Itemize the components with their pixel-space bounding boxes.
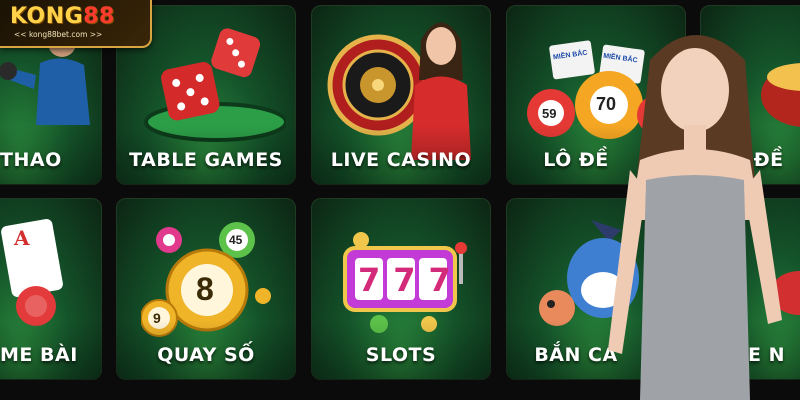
tile-live-casino[interactable]: LIVE CASINO [311, 5, 491, 185]
tile-card-games[interactable]: A ME BÀI [0, 198, 102, 380]
ball-number: 45 [229, 233, 243, 247]
tile-slots[interactable]: 777 SLOTS [311, 198, 491, 380]
brand-logo[interactable]: KONG88 << kong88bet.com >> [0, 0, 152, 48]
tile-label: TABLE GAMES [129, 149, 283, 171]
brand-url: << kong88bet.com >> [14, 30, 103, 39]
ball-number: 8 [196, 271, 214, 307]
ball-number: 59 [542, 106, 557, 121]
brand-name-text: KONG [10, 4, 84, 29]
tile-label: QUAY SỐ [157, 344, 255, 366]
tile-label: ME BÀI [0, 344, 78, 366]
tile-label: THAO [0, 149, 62, 171]
promo-model-image [608, 35, 782, 400]
card-rank: A [14, 226, 30, 250]
tile-quay-so[interactable]: 45 8 9 QUAY SỐ [116, 198, 296, 380]
tile-label: SLOTS [365, 344, 437, 366]
game-lobby: THAO TABLE GAMES LIVE CASINO MIỀN BẮC MI… [0, 0, 800, 400]
brand-name: KONG88 [10, 4, 115, 29]
slot-reels: 777 [358, 261, 464, 299]
brand-name-number: 88 [83, 4, 115, 29]
tile-label: LIVE CASINO [330, 149, 472, 171]
